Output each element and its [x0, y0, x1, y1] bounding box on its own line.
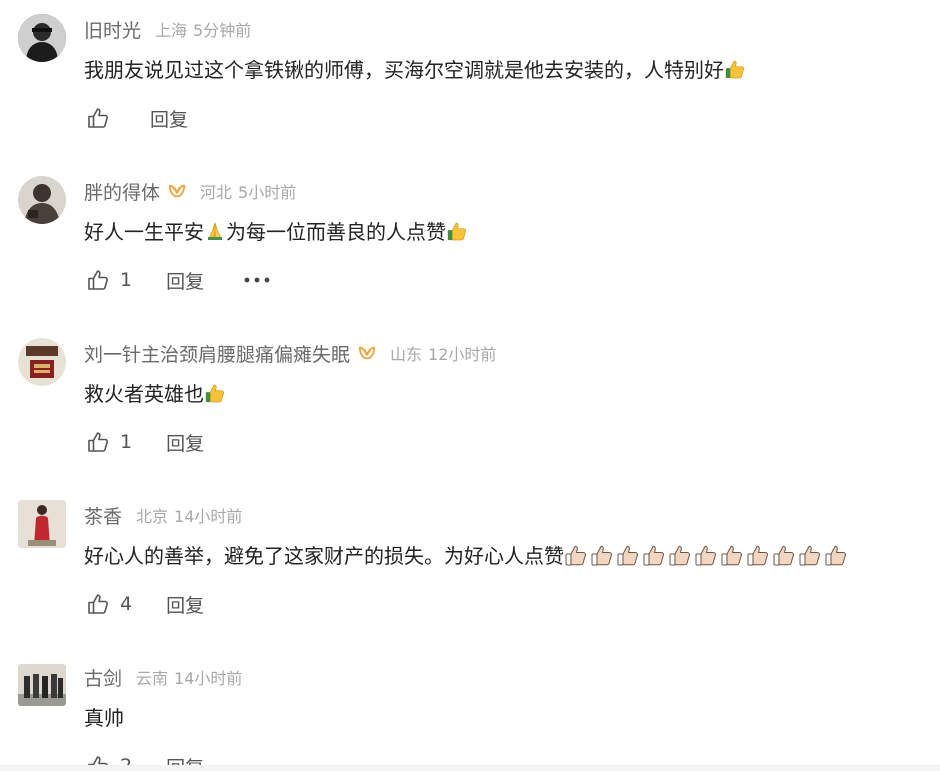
- thumbs-up-icon: [720, 543, 744, 567]
- comment-body: 我朋友说见过这个拿铁锹的师傅，买海尔空调就是他去安装的，人特别好: [84, 58, 724, 82]
- timestamp: 12小时前: [428, 345, 497, 364]
- timestamp: 14小时前: [174, 507, 243, 526]
- comment-actions: 4 回复: [86, 589, 204, 619]
- thumbs-up-icon: [746, 543, 770, 567]
- bottom-divider: [0, 765, 940, 771]
- avatar[interactable]: [18, 664, 66, 706]
- comment-body: 真帅: [84, 706, 124, 730]
- comment-actions: 回复: [86, 103, 188, 133]
- like-count: 4: [120, 593, 133, 615]
- thumbs-up-icon: [772, 543, 796, 567]
- thumbs-up-icon: [564, 543, 588, 567]
- location: 上海: [155, 21, 188, 40]
- comment-meta: 胖的得体 河北 5小时前: [84, 178, 296, 204]
- comment-text: 我朋友说见过这个拿铁锹的师傅，买海尔空调就是他去安装的，人特别好: [84, 54, 746, 83]
- thumbs-up-icon: [824, 543, 848, 567]
- reply-button[interactable]: 回复: [166, 429, 204, 456]
- avatar[interactable]: [18, 500, 66, 548]
- thumbs-up-icon: [668, 543, 692, 567]
- comment-meta: 古剑 云南 14小时前: [84, 664, 242, 690]
- thumbs-up-icon: [798, 543, 822, 567]
- comment-body: 好心人的善举，避免了这家财产的损失。为好心人点赞: [84, 544, 564, 568]
- comment-body: 救火者英雄也: [84, 382, 204, 406]
- avatar[interactable]: [18, 176, 66, 224]
- username[interactable]: 茶香: [84, 502, 122, 529]
- username[interactable]: 旧时光: [84, 16, 141, 43]
- like-button[interactable]: 4: [86, 592, 132, 616]
- thumbs-up-icon: [642, 543, 666, 567]
- thumbs-up-outline-icon: [86, 592, 110, 616]
- comment-text: 真帅: [84, 702, 124, 731]
- comment-list: 旧时光 上海 5分钟前 我朋友说见过这个拿铁锹的师傅，买海尔空调就是他去安装的，…: [0, 0, 940, 771]
- comment-actions: 1 回复: [86, 265, 270, 295]
- comment-text: 好人一生平安 为每一位而善良的人点赞: [84, 216, 468, 245]
- avatar[interactable]: [18, 338, 66, 386]
- username[interactable]: 刘一针主治颈肩腰腿痛偏瘫失眠: [84, 340, 350, 367]
- thumbs-up-icon: [446, 220, 468, 242]
- comment-actions: 1 回复: [86, 427, 204, 457]
- reply-button[interactable]: 回复: [166, 591, 204, 618]
- thumbs-up-outline-icon: [86, 430, 110, 454]
- timestamp: 5小时前: [238, 183, 297, 202]
- verified-badge-icon: [168, 182, 186, 200]
- reply-button[interactable]: 回复: [150, 105, 188, 132]
- thumbs-up-icon: [724, 58, 746, 80]
- avatar[interactable]: [18, 14, 66, 62]
- comment-meta: 茶香 北京 14小时前: [84, 502, 242, 528]
- location: 云南: [136, 669, 169, 688]
- verified-badge-icon: [358, 344, 376, 362]
- comment-meta: 旧时光 上海 5分钟前: [84, 16, 251, 42]
- more-options-button[interactable]: [244, 276, 270, 284]
- like-button[interactable]: 1: [86, 430, 132, 454]
- location: 河北: [200, 183, 233, 202]
- thumbs-up-icon: [590, 543, 614, 567]
- comment-text: 救火者英雄也: [84, 378, 226, 407]
- like-count: 1: [120, 431, 133, 453]
- like-button[interactable]: 1: [86, 268, 132, 292]
- location: 山东: [390, 345, 423, 364]
- comment-body-part2: 为每一位而善良的人点赞: [226, 220, 446, 244]
- more-dots-icon: [244, 277, 270, 283]
- thumbs-up-emoji-row: [564, 543, 850, 567]
- comment-meta: 刘一针主治颈肩腰腿痛偏瘫失眠 山东 12小时前: [84, 340, 496, 366]
- reply-button[interactable]: 回复: [166, 267, 204, 294]
- thumbs-up-icon: [694, 543, 718, 567]
- timestamp: 5分钟前: [193, 21, 252, 40]
- username[interactable]: 古剑: [84, 664, 122, 691]
- location: 北京: [136, 507, 169, 526]
- thumbs-up-outline-icon: [86, 268, 110, 292]
- like-button[interactable]: [86, 106, 110, 130]
- like-count: 1: [120, 269, 133, 291]
- thumbs-up-icon: [204, 382, 226, 404]
- timestamp: 14小时前: [174, 669, 243, 688]
- comment-body-part1: 好人一生平安: [84, 220, 204, 244]
- praying-hands-icon: [204, 220, 226, 242]
- comment-text: 好心人的善举，避免了这家财产的损失。为好心人点赞: [84, 540, 850, 569]
- username[interactable]: 胖的得体: [84, 178, 160, 205]
- thumbs-up-icon: [616, 543, 640, 567]
- thumbs-up-outline-icon: [86, 106, 110, 130]
